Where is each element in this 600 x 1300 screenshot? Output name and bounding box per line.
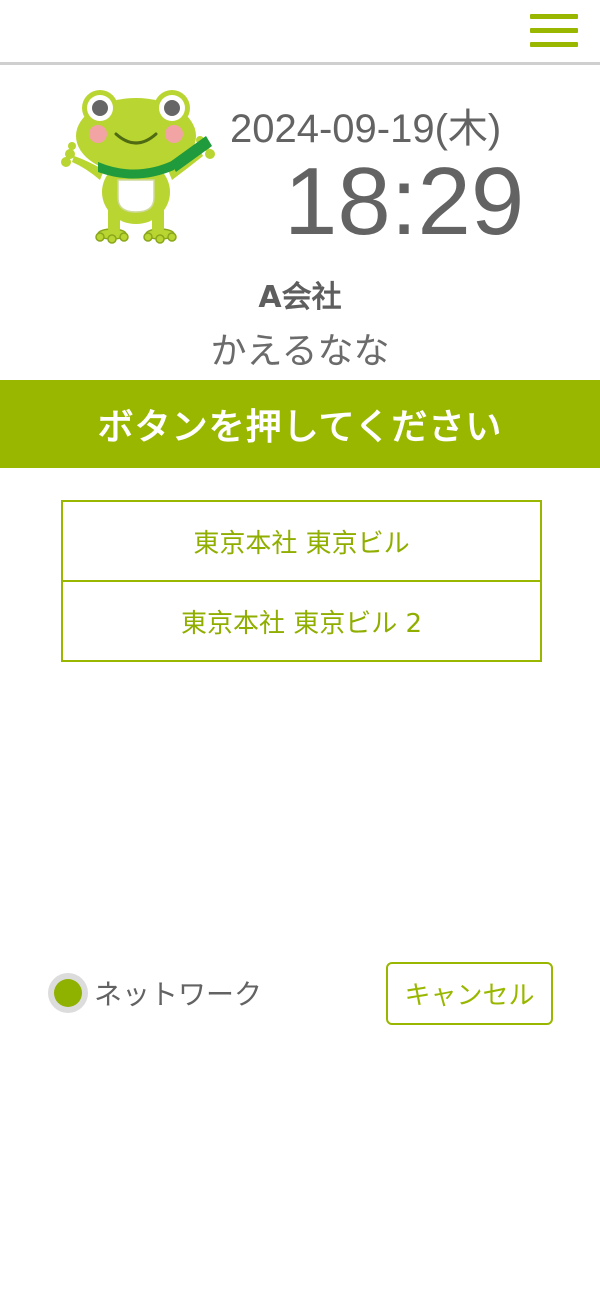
- cancel-button[interactable]: キャンセル: [386, 962, 553, 1025]
- frog-mascot-icon: [61, 90, 215, 244]
- instruction-text: ボタンを押してください: [97, 407, 503, 448]
- company-name: A会社: [258, 280, 342, 315]
- location-list: 東京本社 東京ビル 東京本社 東京ビル 2: [61, 500, 542, 662]
- network-label: ネットワーク: [94, 978, 263, 1011]
- menu-bar: [530, 28, 578, 33]
- current-date: 2024-09-19(木): [230, 107, 502, 151]
- menu-bar: [530, 14, 578, 19]
- status-dot-fill: [54, 979, 82, 1007]
- network-status: ネットワーク: [48, 972, 262, 1014]
- current-time: 18:29: [284, 148, 525, 255]
- location-button-tokyo-building[interactable]: 東京本社 東京ビル: [63, 502, 540, 580]
- user-name: かえるなな: [210, 331, 390, 372]
- punch-clock-screen: 2024-09-19(木) 18:29 A会社 かえるなな ボタンを押してくださ…: [0, 0, 600, 1300]
- network-status-indicator-icon: [48, 973, 88, 1013]
- app-header: [0, 0, 600, 65]
- location-button-tokyo-building-2[interactable]: 東京本社 東京ビル 2: [63, 580, 540, 660]
- menu-bar: [530, 42, 578, 47]
- hamburger-menu-icon[interactable]: [526, 12, 580, 50]
- instruction-banner: ボタンを押してください: [0, 380, 600, 468]
